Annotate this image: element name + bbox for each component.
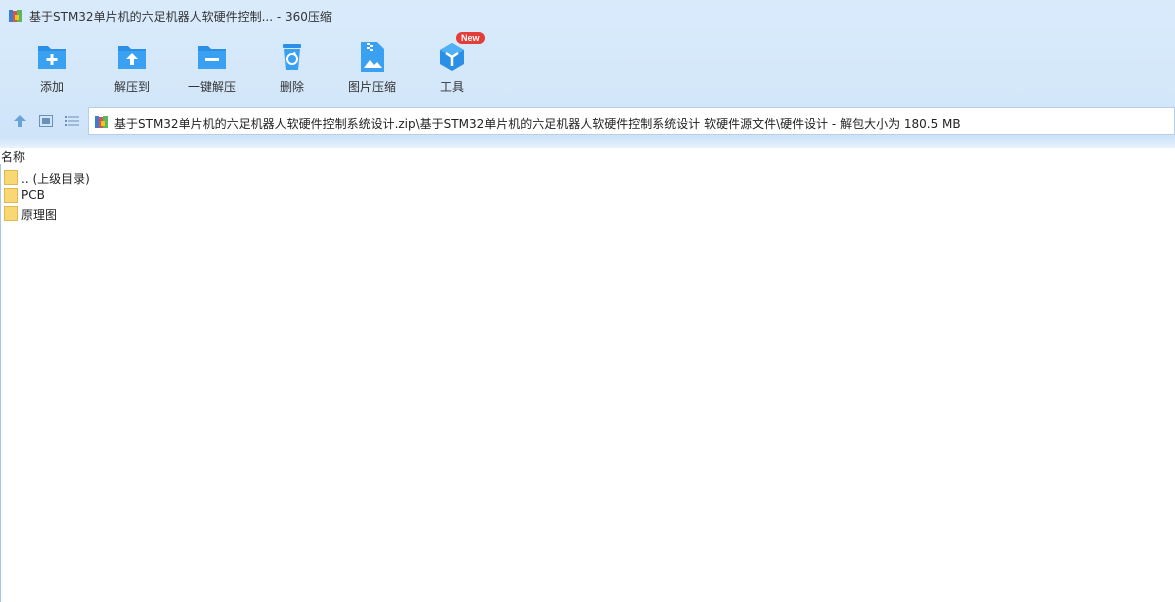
extract-to-icon — [118, 46, 146, 69]
folder-icon — [4, 206, 18, 221]
thumbnail-view-icon[interactable] — [38, 113, 54, 129]
image-compress-label: 图片压缩 — [347, 80, 396, 94]
column-header-row: 名称 — [0, 148, 1175, 164]
column-header-name[interactable]: 名称 — [1, 148, 25, 165]
image-compress-button[interactable]: 图片压缩 — [332, 36, 412, 95]
list-item-label: PCB — [21, 188, 45, 202]
archive-app-icon — [9, 10, 22, 22]
add-label: 添加 — [39, 80, 64, 94]
main-toolbar: 添加 解压到 一键解压 删除 图片压缩 工具 — [0, 36, 1175, 98]
folder-icon — [4, 170, 18, 185]
title-bar: 基于STM32单片机的六足机器人软硬件控制... - 360压缩 — [0, 0, 1175, 32]
address-bar[interactable]: 基于STM32单片机的六足机器人软硬件控制系统设计.zip\基于STM32单片机… — [88, 107, 1175, 135]
folder-icon — [4, 188, 18, 203]
list-item-label: 原理图 — [21, 208, 58, 222]
one-click-extract-button[interactable]: 一键解压 — [172, 36, 252, 95]
extract-to-label: 解压到 — [113, 80, 150, 94]
tools-button[interactable]: 工具 — [412, 36, 492, 95]
address-path: 基于STM32单片机的六足机器人软硬件控制系统设计.zip\基于STM32单片机… — [114, 117, 961, 131]
delete-button[interactable]: 删除 — [252, 36, 332, 95]
image-compress-icon — [361, 42, 384, 72]
one-click-extract-icon — [198, 46, 226, 69]
extract-to-button[interactable]: 解压到 — [92, 36, 172, 95]
list-item-label: .. (上级目录) — [21, 172, 90, 186]
add-folder-icon — [38, 46, 66, 69]
add-button[interactable]: 添加 — [12, 36, 92, 95]
new-badge: New — [456, 32, 485, 44]
window-title: 基于STM32单片机的六足机器人软硬件控制... - 360压缩 — [29, 10, 332, 24]
list-view-icon[interactable] — [64, 113, 80, 129]
list-left-border — [0, 164, 1, 602]
one-click-extract-label: 一键解压 — [187, 80, 236, 94]
archive-icon — [95, 116, 108, 128]
tools-cube-icon — [440, 43, 464, 71]
recycle-bin-icon — [283, 44, 301, 70]
tools-label: 工具 — [439, 80, 464, 94]
up-arrow-icon[interactable] — [12, 113, 28, 129]
delete-label: 删除 — [279, 80, 304, 94]
